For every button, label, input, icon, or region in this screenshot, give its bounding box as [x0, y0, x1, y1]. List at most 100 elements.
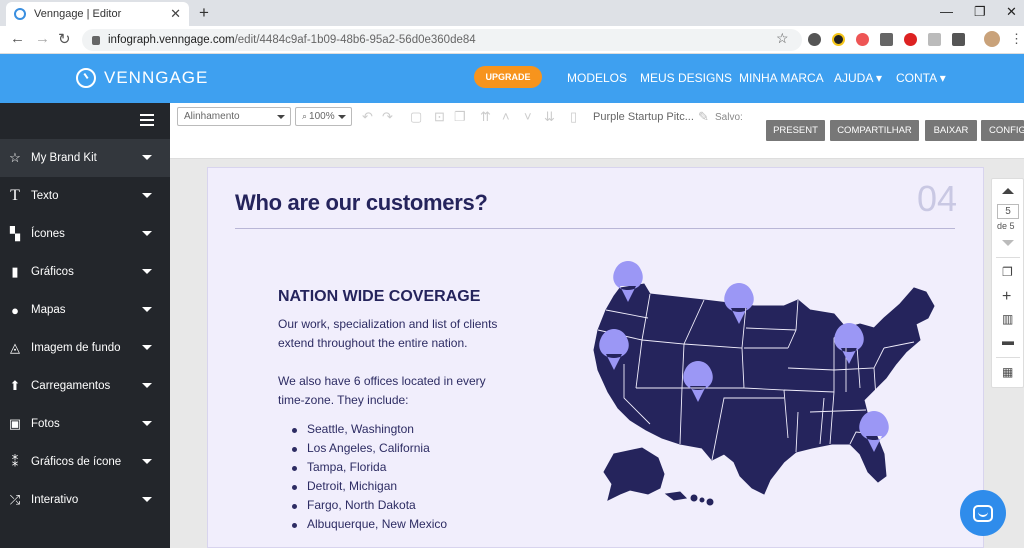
share-button[interactable]: COMPARTILHAR: [830, 120, 919, 141]
sidebar-item-fotos[interactable]: ▣ Fotos: [0, 405, 170, 443]
nav-ajuda[interactable]: AJUDA ▾: [834, 71, 882, 85]
browser-menu-icon[interactable]: ⋮: [1010, 31, 1023, 47]
copy-page-icon[interactable]: ❐: [1002, 265, 1013, 279]
extension-icon[interactable]: [856, 33, 869, 46]
sidebar-item-label: Ícones: [31, 228, 65, 240]
app-header: VENNGAGE UPGRADE MODELOS MEUS DESIGNS MI…: [0, 54, 1024, 103]
duplicate-icon[interactable]: ❐: [454, 109, 466, 125]
extension-icon[interactable]: [808, 33, 821, 46]
move-down-icon[interactable]: ˅: [524, 109, 532, 124]
offices-paragraph[interactable]: We also have 6 offices located in every …: [278, 372, 508, 410]
adblock-icon[interactable]: [904, 33, 917, 46]
sidebar-item-carregamentos[interactable]: ⬆ Carregamentos: [0, 367, 170, 405]
chevron-down-icon: [142, 155, 152, 160]
nav-modelos[interactable]: MODELOS: [567, 71, 627, 85]
forward-icon[interactable]: →: [35, 30, 50, 47]
trash-icon[interactable]: ▯: [570, 109, 577, 125]
left-sidebar: ☆ My Brand Kit T Texto ▚ Ícones ▮ Gráfic…: [0, 103, 170, 548]
crop-icon[interactable]: ▢: [410, 109, 422, 125]
edit-pencil-icon[interactable]: ✎: [698, 109, 709, 125]
sidebar-item-graficos-de-icone[interactable]: ⁑ Gráficos de ícone: [0, 443, 170, 481]
redo-icon[interactable]: ↷: [382, 109, 393, 125]
profile-avatar[interactable]: [984, 31, 1000, 47]
lock-icon[interactable]: ⊡: [434, 109, 445, 125]
upgrade-button[interactable]: UPGRADE: [474, 66, 542, 88]
icons-icon: ▚: [10, 226, 20, 241]
venngage-logo[interactable]: VENNGAGE: [76, 68, 208, 88]
page-down-icon[interactable]: [1002, 240, 1014, 246]
slide-title[interactable]: Who are our customers?: [235, 190, 488, 216]
bookmark-star-icon[interactable]: ☆: [776, 30, 789, 47]
add-page-icon[interactable]: +: [1002, 288, 1011, 306]
browser-tab[interactable]: Venngage | Editor ✕: [6, 2, 189, 26]
offices-list[interactable]: Seattle, Washington Los Angeles, Califor…: [290, 420, 447, 534]
sidebar-item-my-brand-kit[interactable]: ☆ My Brand Kit: [0, 139, 170, 177]
sidebar-item-mapas[interactable]: ● Mapas: [0, 291, 170, 329]
saved-status: Salvo:: [715, 112, 743, 123]
nav-minha-marca[interactable]: MINHA MARCA: [739, 71, 824, 85]
present-button[interactable]: PRESENT: [766, 120, 825, 141]
nav-meus-designs[interactable]: MEUS DESIGNS: [640, 71, 732, 85]
logo-clock-icon: [76, 68, 96, 88]
config-button[interactable]: CONFIG: [981, 120, 1024, 141]
list-item: Tampa, Florida: [290, 458, 447, 477]
hamburger-menu-icon[interactable]: [140, 114, 154, 126]
alignment-select[interactable]: Alinhamento: [177, 107, 291, 126]
zoom-select-value: 100%: [309, 111, 335, 122]
photo-icon: ▣: [8, 416, 22, 431]
chevron-down-icon: [142, 345, 152, 350]
chevron-down-icon: [142, 231, 152, 236]
chat-launcher-button[interactable]: [960, 490, 1006, 536]
us-map[interactable]: [584, 248, 944, 508]
sidebar-item-interativo[interactable]: ⤮ Interativo: [0, 481, 170, 519]
page-up-icon[interactable]: [1002, 188, 1014, 194]
text-icon: T: [10, 187, 20, 204]
url-input[interactable]: infograph.venngage.com /edit/4484c9af-1b…: [82, 29, 802, 51]
download-button[interactable]: BAIXAR: [925, 120, 977, 141]
comment-icon[interactable]: ▬: [1002, 334, 1014, 348]
nav-conta[interactable]: CONTA ▾: [896, 71, 946, 85]
sidebar-item-label: Fotos: [31, 418, 60, 430]
extension-icon[interactable]: [880, 33, 893, 46]
chart-icon: ▮: [11, 264, 19, 279]
maximize-icon[interactable]: ❐: [974, 4, 986, 20]
undo-icon[interactable]: ↶: [362, 109, 373, 125]
delete-page-icon[interactable]: ▥: [1002, 312, 1013, 326]
reload-icon[interactable]: ↻: [58, 30, 71, 48]
sidebar-item-graficos[interactable]: ▮ Gráficos: [0, 253, 170, 291]
slide-page[interactable]: Who are our customers? 04 NATION WIDE CO…: [207, 167, 984, 548]
page-count: de 5: [997, 221, 1015, 231]
drop-icon: ◬: [10, 340, 20, 355]
sidebar-item-label: Carregamentos: [31, 380, 111, 392]
sidebar-item-icones[interactable]: ▚ Ícones: [0, 215, 170, 253]
minimize-icon[interactable]: —: [940, 4, 953, 19]
zoom-search-icon: ⌕: [302, 111, 308, 121]
close-window-icon[interactable]: ✕: [1006, 4, 1017, 20]
grid-view-icon[interactable]: ▦: [1002, 365, 1013, 379]
zoom-select[interactable]: ⌕ 100%: [295, 107, 352, 126]
sidebar-item-label: Imagem de fundo: [31, 342, 121, 354]
url-path: /edit/4484c9af-1b09-48b6-95a2-56d0e360de…: [234, 34, 476, 46]
send-back-icon[interactable]: ⇊: [544, 109, 555, 125]
close-tab-icon[interactable]: ✕: [170, 6, 181, 22]
bring-front-icon[interactable]: ⇈: [480, 109, 491, 125]
new-tab-icon[interactable]: +: [199, 3, 209, 23]
document-title[interactable]: Purple Startup Pitc...: [593, 111, 694, 123]
coverage-paragraph[interactable]: Our work, specialization and list of cli…: [278, 315, 508, 353]
move-up-icon[interactable]: ˄: [502, 109, 510, 124]
sidebar-item-label: My Brand Kit: [31, 152, 97, 164]
alignment-select-value: Alinhamento: [184, 111, 240, 122]
page-number-input[interactable]: 5: [997, 204, 1019, 219]
sidebar-top: [0, 103, 170, 139]
extension-icon[interactable]: [952, 33, 965, 46]
slide-number[interactable]: 04: [917, 178, 957, 220]
back-icon[interactable]: ←: [10, 30, 25, 47]
coverage-heading[interactable]: NATION WIDE COVERAGE: [278, 288, 480, 306]
sidebar-item-imagem-de-fundo[interactable]: ◬ Imagem de fundo: [0, 329, 170, 367]
extension-icon[interactable]: [928, 33, 941, 46]
address-bar-row: ← → ↻ infograph.venngage.com /edit/4484c…: [0, 26, 1024, 54]
extension-icon[interactable]: [832, 33, 845, 46]
sidebar-item-label: Gráficos: [31, 266, 74, 278]
sidebar-item-texto[interactable]: T Texto: [0, 177, 170, 215]
sidebar-item-label: Mapas: [31, 304, 66, 316]
